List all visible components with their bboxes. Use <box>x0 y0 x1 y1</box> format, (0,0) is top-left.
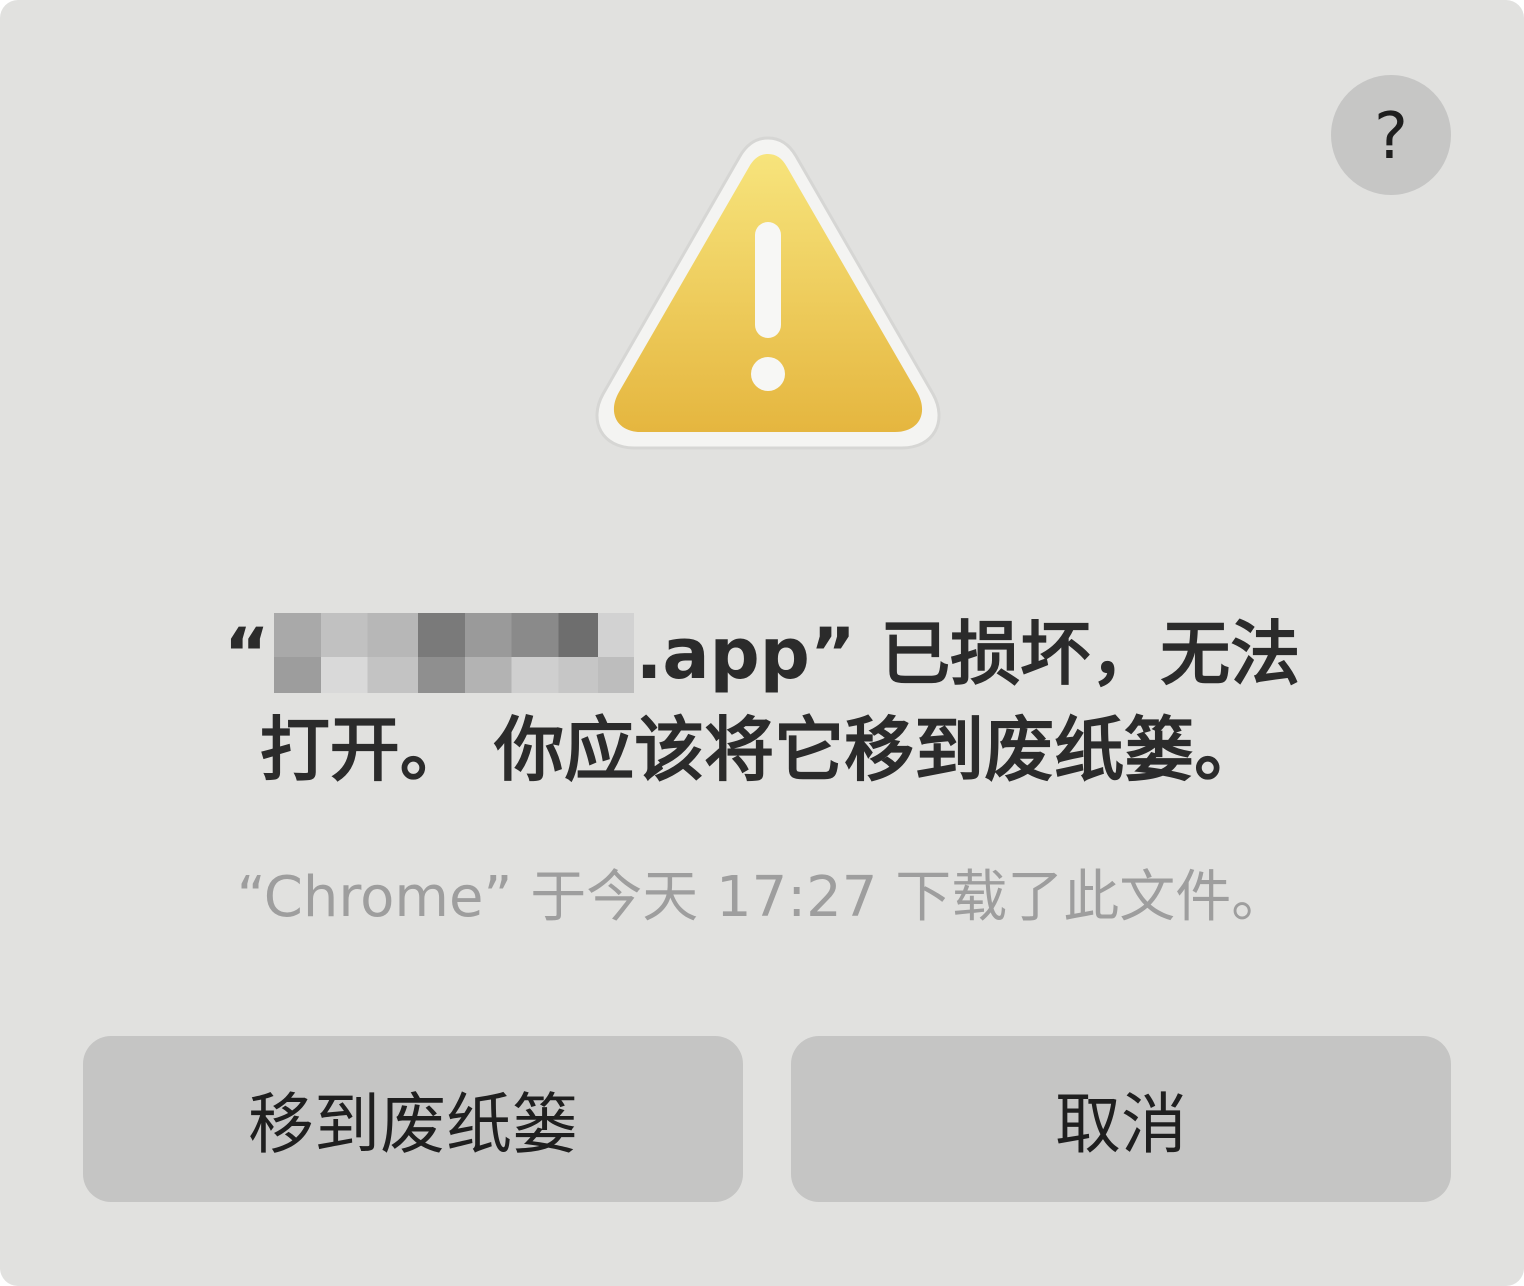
warning-triangle-icon <box>595 136 941 450</box>
alert-subtitle: “Chrome” 于今天 17:27 下载了此文件。 <box>236 865 1288 930</box>
redacted-app-name <box>273 612 634 693</box>
alert-dialog: ? “ .app” 已损坏，无法 打开。 你应该将它移到废纸篓。 “Chrome”… <box>0 0 1524 1286</box>
alert-title-line-2: 打开。 你应该将它移到废纸篓。 <box>259 709 1265 791</box>
move-to-trash-button[interactable]: 移到废纸篓 <box>83 1036 743 1202</box>
help-icon: ? <box>1374 100 1408 174</box>
alert-title: “ .app” 已损坏，无法 打开。 你应该将它移到废纸篓。 <box>200 606 1324 798</box>
alert-title-line-1: “ .app” 已损坏，无法 <box>200 606 1324 702</box>
cancel-button[interactable]: 取消 <box>791 1036 1451 1202</box>
help-button[interactable]: ? <box>1331 75 1451 195</box>
open-quote: “ <box>223 613 270 695</box>
title-line1-suffix: .app” 已损坏，无法 <box>635 613 1301 695</box>
